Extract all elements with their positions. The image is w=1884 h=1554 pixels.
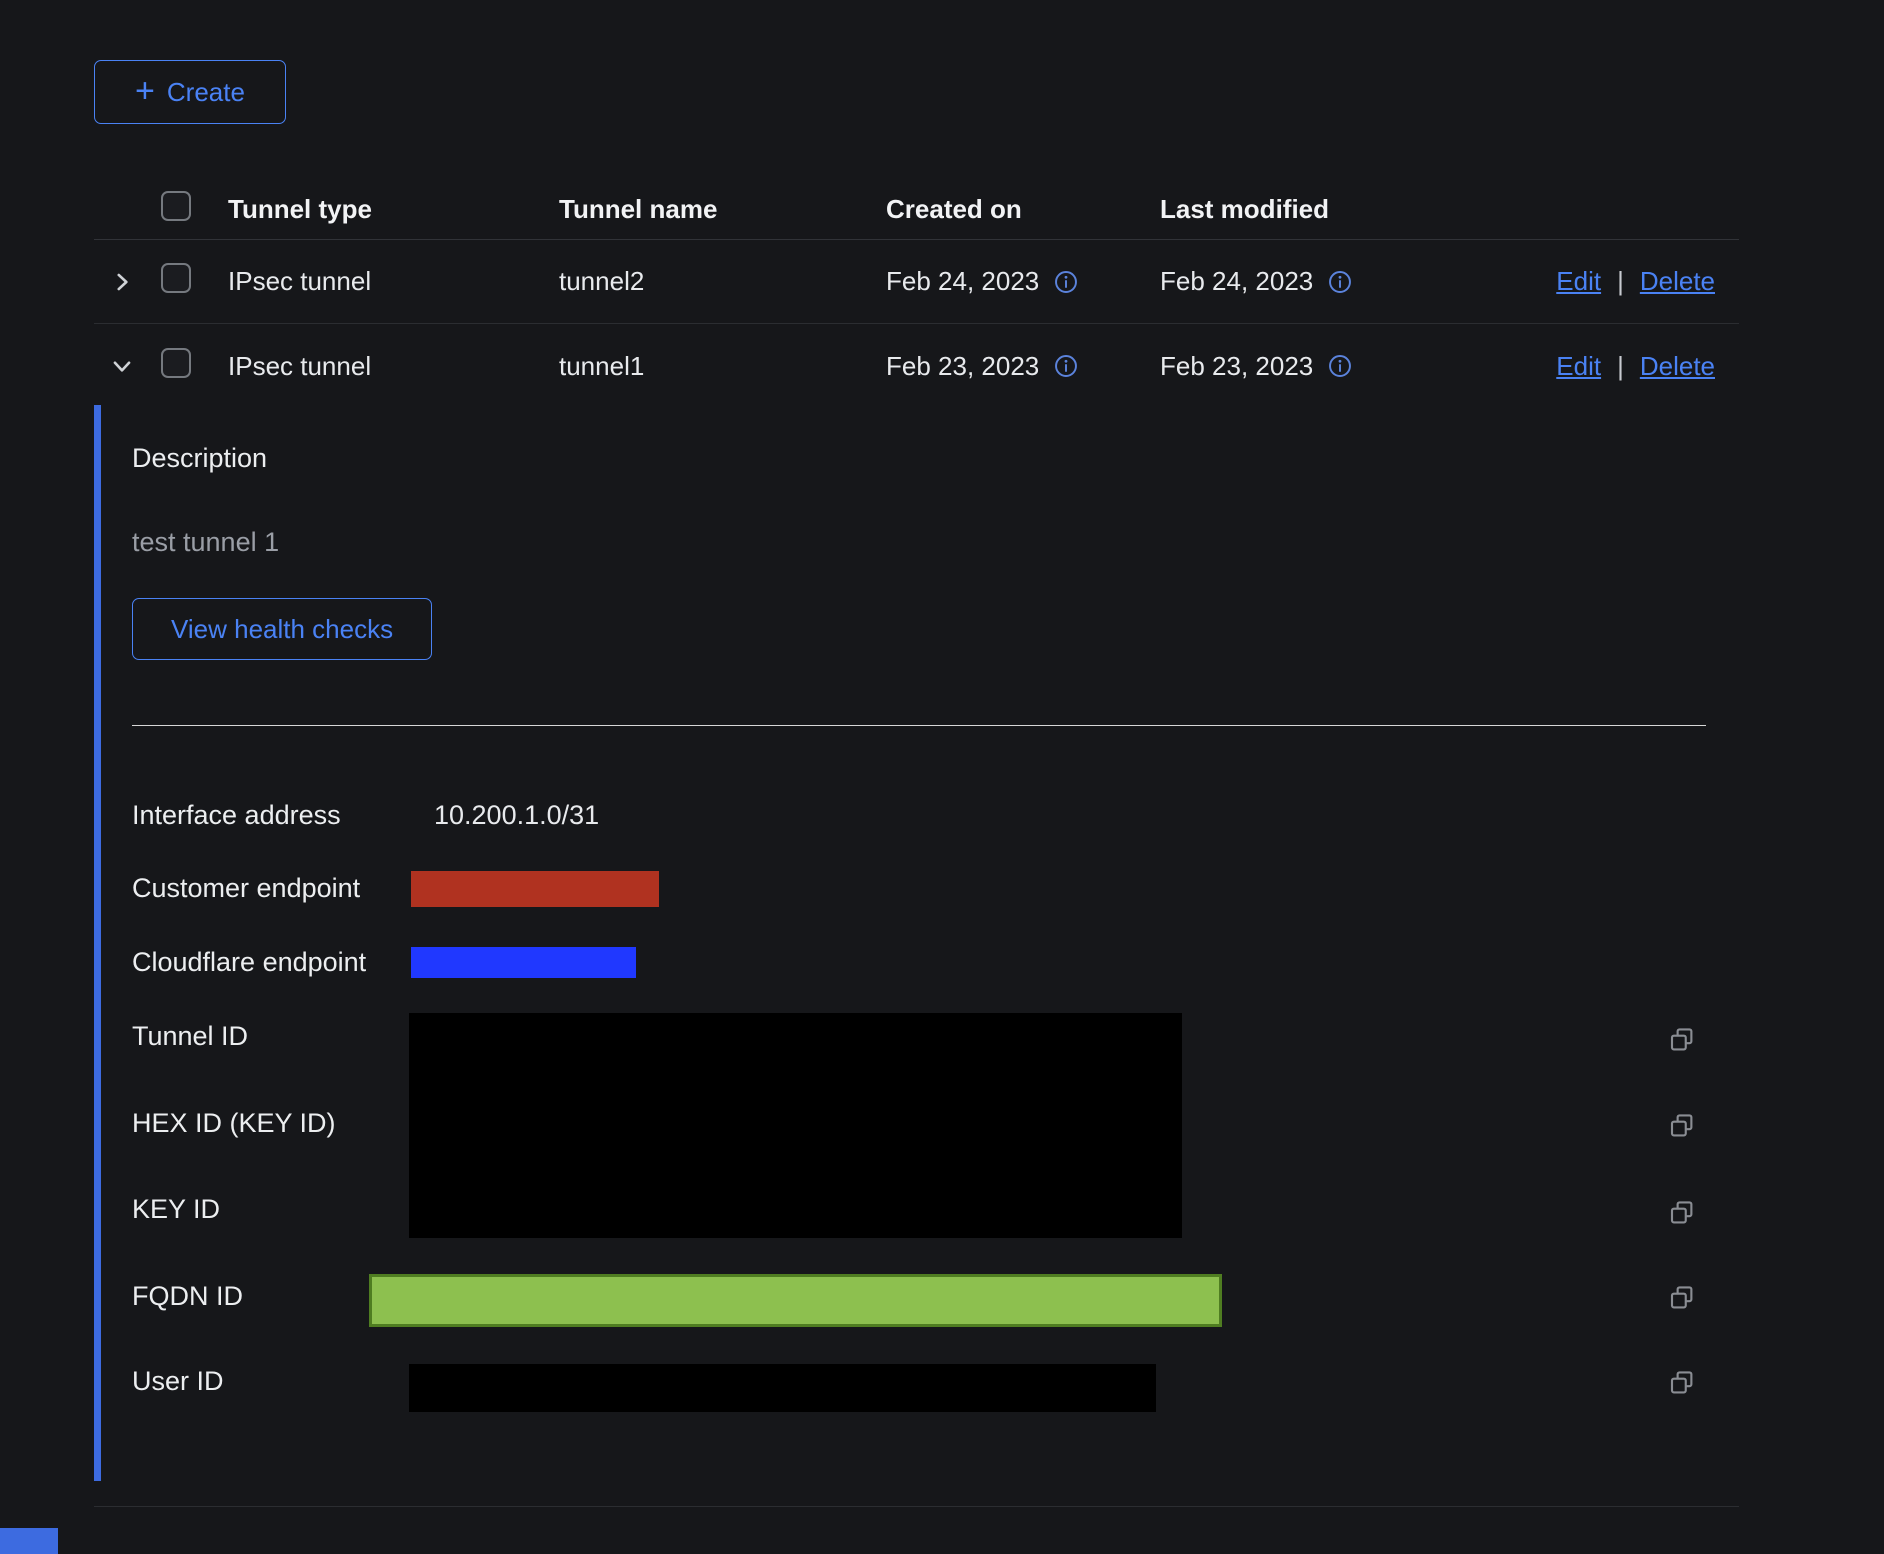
cloudflare-endpoint-redaction: [411, 947, 636, 978]
key-id-label: KEY ID: [132, 1194, 220, 1225]
table-row: IPsec tunnel tunnel1 Feb 23, 2023 Feb 23…: [94, 324, 1739, 408]
action-separator: |: [1617, 351, 1624, 382]
row-checkbox[interactable]: [161, 263, 191, 293]
customer-endpoint-label: Customer endpoint: [132, 873, 360, 904]
tunnel-type-cell: IPsec tunnel: [216, 351, 547, 382]
table-header-row: Tunnel type Tunnel name Created on Last …: [94, 180, 1739, 240]
copy-icon[interactable]: [1667, 1368, 1697, 1398]
expanded-row-accent-bar: [94, 405, 101, 1481]
divider: [132, 725, 1706, 726]
created-on-cell: Feb 23, 2023: [886, 351, 1039, 382]
collapse-chevron-down-icon[interactable]: [94, 353, 149, 379]
column-header-last-modified: Last modified: [1148, 194, 1420, 225]
info-icon[interactable]: [1327, 353, 1353, 379]
customer-endpoint-redaction: [411, 871, 659, 907]
info-icon[interactable]: [1053, 353, 1079, 379]
tunnels-table: Tunnel type Tunnel name Created on Last …: [94, 180, 1739, 408]
tunnel-name-cell: tunnel1: [547, 351, 874, 382]
action-separator: |: [1617, 266, 1624, 297]
copy-icon[interactable]: [1667, 1025, 1697, 1055]
row-checkbox[interactable]: [161, 348, 191, 378]
hex-id-label: HEX ID (KEY ID): [132, 1108, 336, 1139]
last-modified-cell: Feb 23, 2023: [1160, 351, 1313, 382]
description-value: test tunnel 1: [132, 527, 279, 558]
column-header-created-on: Created on: [874, 194, 1148, 225]
copy-icon[interactable]: [1667, 1198, 1697, 1228]
view-health-checks-button[interactable]: View health checks: [132, 598, 432, 660]
column-header-tunnel-name: Tunnel name: [547, 194, 874, 225]
description-label: Description: [132, 443, 267, 474]
column-header-tunnel-type: Tunnel type: [216, 194, 547, 225]
last-modified-cell: Feb 24, 2023: [1160, 266, 1313, 297]
user-id-redaction: [409, 1364, 1156, 1412]
tunnel-id-label: Tunnel ID: [132, 1021, 248, 1052]
tunnel-name-cell: tunnel2: [547, 266, 874, 297]
copy-icon[interactable]: [1667, 1111, 1697, 1141]
select-all-checkbox[interactable]: [161, 191, 191, 221]
tunnel-type-cell: IPsec tunnel: [216, 266, 547, 297]
tunnels-page: + Create Tunnel type Tunnel name Created…: [0, 0, 1884, 1554]
bottom-left-blue-bar: [0, 1528, 58, 1554]
cloudflare-endpoint-label: Cloudflare endpoint: [132, 947, 366, 978]
expand-chevron-right-icon[interactable]: [94, 269, 149, 295]
created-on-cell: Feb 24, 2023: [886, 266, 1039, 297]
fqdn-id-label: FQDN ID: [132, 1281, 243, 1312]
interface-address-label: Interface address: [132, 800, 341, 831]
delete-link[interactable]: Delete: [1640, 266, 1715, 297]
interface-address-value: 10.200.1.0/31: [434, 800, 599, 831]
info-icon[interactable]: [1327, 269, 1353, 295]
delete-link[interactable]: Delete: [1640, 351, 1715, 382]
info-icon[interactable]: [1053, 269, 1079, 295]
plus-icon: +: [135, 74, 155, 108]
tunnel-detail-panel: Description test tunnel 1 View health ch…: [94, 405, 1739, 1507]
edit-link[interactable]: Edit: [1556, 266, 1601, 297]
ids-redaction: [409, 1013, 1182, 1238]
edit-link[interactable]: Edit: [1556, 351, 1601, 382]
user-id-label: User ID: [132, 1366, 224, 1397]
fqdn-id-redaction: [369, 1274, 1222, 1327]
create-button-label: Create: [167, 77, 245, 108]
table-row: IPsec tunnel tunnel2 Feb 24, 2023 Feb 24…: [94, 240, 1739, 324]
create-button[interactable]: + Create: [94, 60, 286, 124]
copy-icon[interactable]: [1667, 1283, 1697, 1313]
